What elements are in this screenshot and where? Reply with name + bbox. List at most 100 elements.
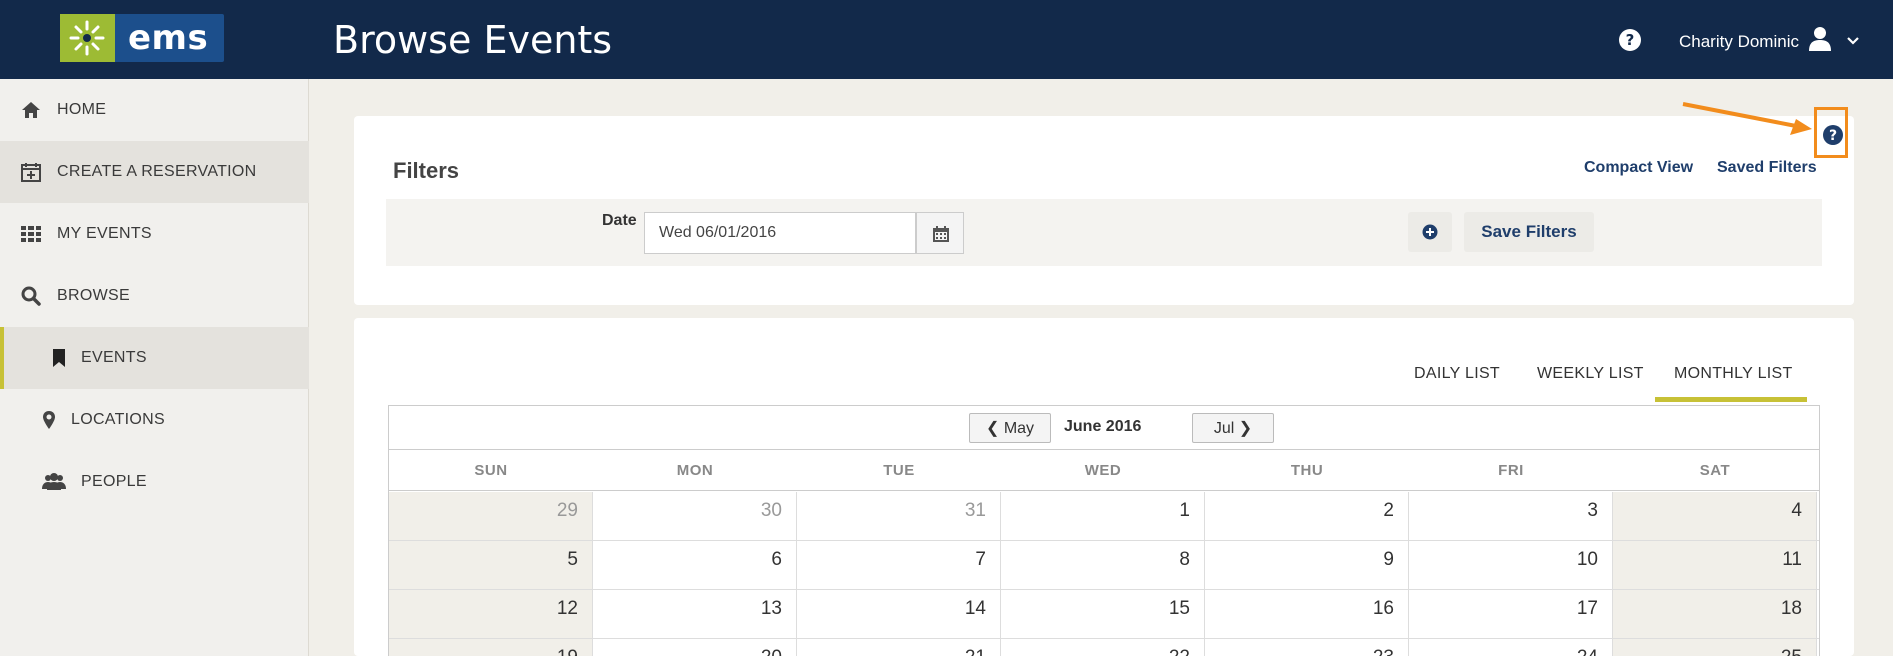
day-cell[interactable]: 20	[593, 639, 797, 656]
map-marker-icon	[38, 409, 60, 431]
sidebar-item-home[interactable]: HOME	[0, 79, 309, 141]
day-cell[interactable]: 31	[797, 492, 1001, 540]
day-cell[interactable]: 19	[389, 639, 593, 656]
chevron-left-icon: ❮	[985, 420, 1000, 437]
filters-title: Filters	[393, 158, 460, 183]
day-cell[interactable]: 9	[1205, 541, 1409, 589]
sidebar-item-label: BROWSE	[57, 287, 130, 304]
week-row: 19 20 21 22 23 24 25	[389, 639, 1819, 656]
sidebar-item-browse[interactable]: BROWSE	[0, 265, 309, 327]
day-cell[interactable]: 4	[1613, 492, 1817, 540]
logo-burst-icon	[60, 14, 115, 62]
day-cell[interactable]: 18	[1613, 590, 1817, 638]
calendar-navigation: ❮ May June 2016 Jul ❯	[389, 406, 1819, 450]
month-calendar: ❮ May June 2016 Jul ❯ SUN MON TUE WED TH…	[388, 405, 1820, 656]
calendar-icon	[933, 226, 949, 242]
day-cell[interactable]: 2	[1205, 492, 1409, 540]
day-cell[interactable]: 15	[1001, 590, 1205, 638]
save-filters-button[interactable]: Save Filters	[1464, 212, 1594, 252]
logo-text: ems	[128, 18, 209, 58]
day-cell[interactable]: 21	[797, 639, 1001, 656]
sidebar-item-my-events[interactable]: MY EVENTS	[0, 203, 309, 265]
date-filter-row: Date Save Filters	[386, 199, 1822, 266]
search-icon	[20, 285, 42, 307]
sidebar-item-label: EVENTS	[81, 349, 147, 366]
sidebar-item-events[interactable]: EVENTS	[0, 327, 309, 389]
user-name[interactable]: Charity Dominic	[1679, 32, 1799, 52]
filters-panel: Filters Compact View Saved Filters Date …	[354, 116, 1854, 305]
day-cell[interactable]: 24	[1409, 639, 1613, 656]
question-circle-icon[interactable]: ?	[1822, 124, 1844, 146]
next-month-button[interactable]: Jul ❯	[1192, 413, 1274, 443]
date-label: Date	[602, 212, 637, 229]
user-icon[interactable]	[1808, 26, 1832, 52]
svg-text:?: ?	[1829, 128, 1837, 144]
home-icon	[20, 99, 42, 121]
grid-icon	[20, 223, 42, 245]
day-cell[interactable]: 12	[389, 590, 593, 638]
sidebar-item-label: CREATE A RESERVATION	[57, 163, 257, 180]
day-cell[interactable]: 8	[1001, 541, 1205, 589]
bookmark-icon	[48, 347, 70, 369]
question-circle-icon[interactable]: ?	[1618, 28, 1642, 52]
day-cell[interactable]: 10	[1409, 541, 1613, 589]
day-cell[interactable]: 22	[1001, 639, 1205, 656]
day-cell[interactable]: 7	[797, 541, 1001, 589]
tab-monthly-list[interactable]: MONTHLY LIST	[1674, 365, 1793, 383]
weekday-label: SUN	[474, 462, 508, 479]
chevron-right-icon: ❯	[1238, 420, 1253, 437]
sidebar-item-locations[interactable]: LOCATIONS	[0, 389, 309, 451]
day-cell[interactable]: 16	[1205, 590, 1409, 638]
weekday-label: FRI	[1498, 462, 1524, 479]
day-cell[interactable]: 6	[593, 541, 797, 589]
weekday-label: MON	[676, 462, 714, 479]
calendar-plus-icon	[20, 161, 42, 183]
people-icon	[42, 471, 66, 493]
page-title: Browse Events	[333, 18, 613, 62]
sidebar-item-label: PEOPLE	[81, 473, 147, 490]
day-cell[interactable]: 1	[1001, 492, 1205, 540]
day-cell[interactable]: 11	[1613, 541, 1817, 589]
weekday-label: WED	[1084, 462, 1122, 479]
week-row: 12 13 14 15 16 17 18	[389, 590, 1819, 639]
compact-view-link[interactable]: Compact View	[1584, 159, 1693, 177]
tab-weekly-list[interactable]: WEEKLY LIST	[1537, 365, 1644, 383]
day-cell[interactable]: 30	[593, 492, 797, 540]
svg-text:?: ?	[1626, 31, 1635, 49]
day-cell[interactable]: 3	[1409, 492, 1613, 540]
weekday-label: THU	[1290, 462, 1324, 479]
chevron-down-icon[interactable]	[1846, 34, 1860, 46]
day-cell[interactable]: 17	[1409, 590, 1613, 638]
weekday-label: SAT	[1699, 462, 1731, 479]
add-filter-button[interactable]	[1408, 212, 1452, 252]
top-bar: ems Browse Events ? Charity Dominic	[0, 0, 1893, 79]
saved-filters-link[interactable]: Saved Filters	[1717, 159, 1817, 177]
calendar-picker-button[interactable]	[916, 212, 964, 254]
next-month-label: Jul	[1213, 420, 1235, 437]
prev-month-button[interactable]: ❮ May	[969, 413, 1051, 443]
date-field[interactable]	[644, 212, 916, 254]
ems-logo[interactable]: ems	[60, 14, 224, 62]
plus-circle-icon	[1422, 224, 1438, 240]
sidebar-item-label: LOCATIONS	[71, 411, 165, 428]
day-cell[interactable]: 14	[797, 590, 1001, 638]
week-row: 5 6 7 8 9 10 11	[389, 541, 1819, 590]
tab-daily-list[interactable]: DAILY LIST	[1414, 365, 1500, 383]
sidebar-item-create-reservation[interactable]: CREATE A RESERVATION	[0, 141, 309, 203]
prev-month-label: May	[1003, 420, 1035, 437]
sidebar-item-people[interactable]: PEOPLE	[0, 451, 309, 513]
day-cell[interactable]: 29	[389, 492, 593, 540]
callout-arrow	[1682, 102, 1812, 135]
day-cell[interactable]: 23	[1205, 639, 1409, 656]
calendar-panel: DAILY LIST WEEKLY LIST MONTHLY LIST ❮ Ma…	[354, 318, 1854, 656]
day-cell[interactable]: 5	[389, 541, 593, 589]
month-title: June 2016	[1064, 418, 1142, 435]
week-row: 29 30 31 1 2 3 4	[389, 492, 1819, 541]
active-tab-indicator	[1655, 397, 1807, 402]
help-highlight-box: ?	[1814, 107, 1848, 158]
day-cell[interactable]: 13	[593, 590, 797, 638]
sidebar-item-label: MY EVENTS	[57, 225, 152, 242]
sidebar-item-label: HOME	[57, 101, 107, 118]
weekday-header: SUN MON TUE WED THU FRI SAT	[389, 450, 1819, 491]
day-cell[interactable]: 25	[1613, 639, 1817, 656]
